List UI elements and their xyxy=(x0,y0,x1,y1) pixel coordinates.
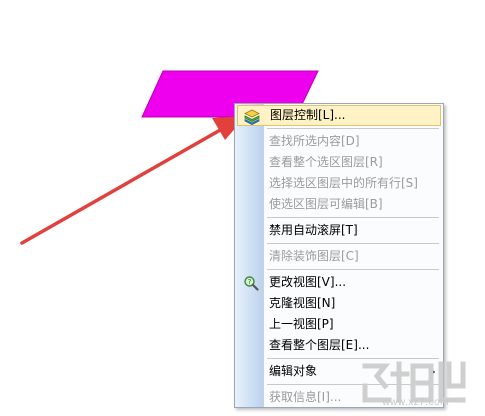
svg-text:?: ? xyxy=(248,278,252,286)
menu-item-label: 使选区图层可编辑[B] xyxy=(269,197,383,211)
menu-separator xyxy=(267,269,439,270)
menu-item[interactable]: 使选区图层可编辑[B] xyxy=(237,194,441,215)
menu-item[interactable]: 编辑对象 xyxy=(237,361,441,382)
menu-item[interactable]: 查看整个图层[E]... xyxy=(237,335,441,356)
menu-item[interactable]: ? 更改视图[V]... xyxy=(237,272,441,293)
menu-item-label: 克隆视图[N] xyxy=(269,296,336,310)
menu-separator xyxy=(267,217,439,218)
menu-item[interactable]: 查看整个选区图层[R] xyxy=(237,152,441,173)
menu-item-label: 获取信息[I]... xyxy=(269,390,342,404)
menu-separator xyxy=(267,128,439,129)
annotation-arrow xyxy=(20,116,246,245)
menu-item[interactable]: 禁用自动滚屏[T] xyxy=(237,220,441,241)
menu-item-label: 上一视图[P] xyxy=(269,317,334,331)
menu-separator xyxy=(267,384,439,385)
menu-item-label: 查找所选内容[D] xyxy=(269,134,360,148)
menu-separator xyxy=(267,358,439,359)
menu-item-label: 查看整个图层[E]... xyxy=(269,338,370,352)
menu-separator xyxy=(267,243,439,244)
layers-icon xyxy=(244,109,260,125)
menu-item[interactable]: 清除装饰图层[C] xyxy=(237,246,441,267)
view-magnifier-icon: ? xyxy=(243,275,259,291)
menu-item[interactable]: 图层控制[L]... xyxy=(237,105,441,126)
menu-item[interactable]: 查找所选内容[D] xyxy=(237,131,441,152)
canvas[interactable]: 图层控制[L]... 查找所选内容[D] 查看整个选区图层[R] 选择选区图层中的所有… xyxy=(0,0,485,416)
menu-item[interactable]: 选择选区图层中的所有行[S] xyxy=(237,173,441,194)
menu-item[interactable]: 获取信息[I]... xyxy=(237,387,441,408)
menu-item-label: 选择选区图层中的所有行[S] xyxy=(269,176,418,190)
context-menu[interactable]: 图层控制[L]... 查找所选内容[D] 查看整个选区图层[R] 选择选区图层中的所有… xyxy=(234,103,444,408)
menu-item[interactable]: 上一视图[P] xyxy=(237,314,441,335)
menu-item-label: 编辑对象 xyxy=(269,364,318,378)
submenu-arrow-icon xyxy=(431,368,435,376)
menu-item-label: 查看整个选区图层[R] xyxy=(269,155,383,169)
menu-item-label: 更改视图[V]... xyxy=(269,275,347,289)
menu-item[interactable]: 克隆视图[N] xyxy=(237,293,441,314)
menu-item-label: 禁用自动滚屏[T] xyxy=(269,223,358,237)
menu-item-label: 图层控制[L]... xyxy=(270,108,346,122)
menu-item-label: 清除装饰图层[C] xyxy=(269,249,359,263)
